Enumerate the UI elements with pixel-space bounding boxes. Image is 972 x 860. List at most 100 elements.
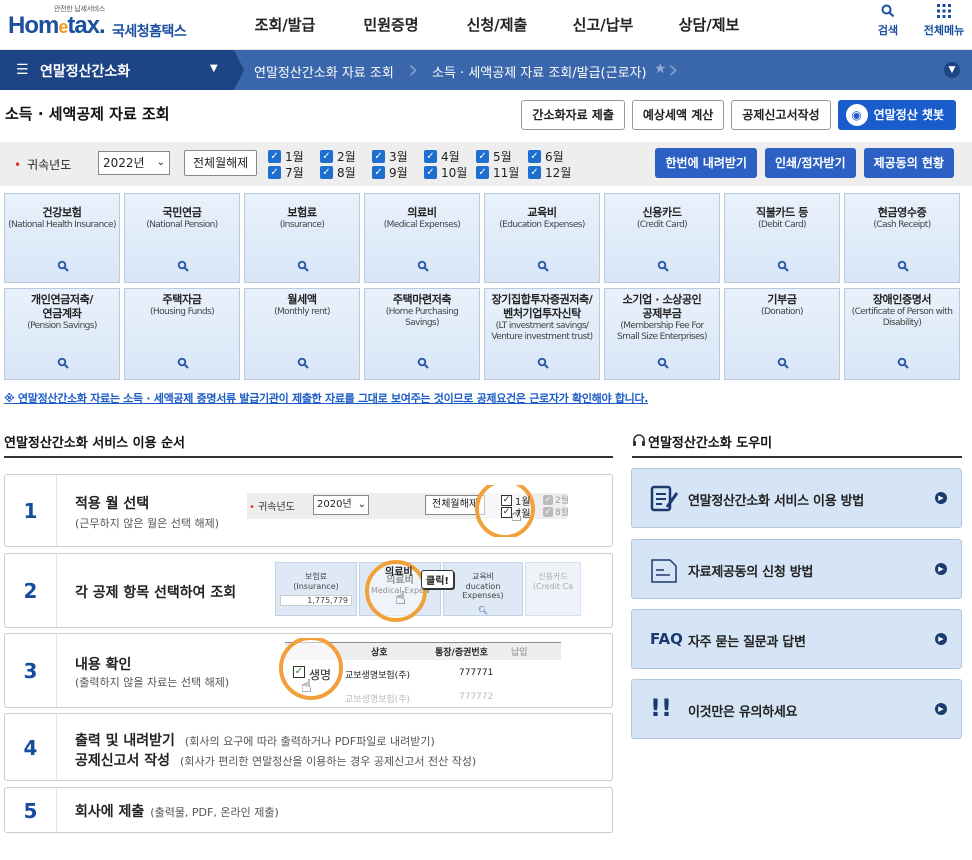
search-icon bbox=[57, 357, 69, 369]
deduction-tile[interactable]: 보험료 (Insurance) bbox=[244, 193, 360, 283]
helper-item-usage-guide[interactable]: 연말정산간소화 서비스 이용 방법 ▶ bbox=[631, 468, 962, 528]
deduction-tile-name: 교육비 bbox=[527, 206, 557, 219]
deduction-tile[interactable]: 의료비 (Medical Expenses) bbox=[364, 193, 480, 283]
month-checkbox[interactable]: ✓ 12월 bbox=[528, 165, 571, 180]
deduction-tile[interactable]: 주택자금 (Housing Funds) bbox=[124, 288, 240, 380]
headset-icon bbox=[632, 434, 648, 451]
step-4: 4 출력 및 내려받기 (회사의 요구에 따라 출력하거나 PDF파일로 내려받기… bbox=[4, 713, 613, 781]
deduction-tile[interactable]: 현금영수증 (Cash Receipt) bbox=[844, 193, 960, 283]
clear-all-months-button[interactable]: 전체월해제 bbox=[184, 150, 258, 176]
collapse-icon[interactable]: ▼ bbox=[944, 62, 960, 78]
logo-brand: Hometax. bbox=[8, 12, 106, 40]
print-braille-button[interactable]: 인쇄/점자받기 bbox=[764, 148, 856, 178]
month-checkbox[interactable]: ✓ 8월 bbox=[320, 165, 356, 180]
deduction-tile-label: 개인연금저축/ 연금계좌 (Pension Savings) bbox=[5, 293, 119, 332]
deduction-tile-english: (Donation) bbox=[761, 307, 804, 317]
consent-status-button[interactable]: 제공동의 현황 bbox=[863, 148, 954, 178]
favorite-star-icon[interactable]: ★ bbox=[654, 61, 667, 77]
deduction-tile[interactable]: 개인연금저축/ 연금계좌 (Pension Savings) bbox=[4, 288, 120, 380]
illustration-year-select: 2020년 ⌄ bbox=[313, 495, 369, 515]
deduction-tile[interactable]: 기부금 (Donation) bbox=[724, 288, 840, 380]
step-title: 내용 확인 bbox=[75, 657, 132, 673]
gnb-item[interactable]: 신고/납부 bbox=[550, 14, 656, 35]
step-title: 적용 월 선택 bbox=[75, 496, 150, 512]
deduction-tile[interactable]: 주택마련저축 (Home Purchasing Savings) bbox=[364, 288, 480, 380]
chevron-right-icon: ▶ bbox=[935, 633, 947, 645]
gnb-item[interactable]: 상담/제보 bbox=[656, 14, 762, 35]
deduction-tile-name: 현금영수증 bbox=[877, 206, 927, 219]
helper-item-cautions[interactable]: !! 이것만은 유의하세요 ▶ bbox=[631, 679, 962, 739]
step-title: 회사에 제출 (출력물, PDF, 온라인 제출) bbox=[75, 801, 279, 821]
chevron-down-icon: ▼ bbox=[210, 63, 218, 74]
step-number: 2 bbox=[5, 554, 57, 627]
top-header: 안전한 납세서비스 Hometax. 국세청홈택스 조회/발급 민원증명 신청/… bbox=[0, 0, 972, 50]
deduction-tile[interactable]: 장애인증명서 (Certificate of Person with Disabi… bbox=[844, 288, 960, 380]
helper-item-faq[interactable]: FAQ 자주 묻는 질문과 답변 ▶ bbox=[631, 609, 962, 669]
gnb-item[interactable]: 신청/제출 bbox=[444, 14, 550, 35]
chevron-down-icon: ⌄ bbox=[357, 499, 366, 510]
required-mark: • bbox=[14, 158, 22, 172]
month-checkbox[interactable]: ✓ 11월 bbox=[476, 165, 519, 180]
section-menu-dropdown[interactable]: ☰ 연말정산간소화 ▼ bbox=[0, 50, 234, 90]
step-3: 3 내용 확인 (출력하지 않을 자료는 선택 해제) 상호 통장/증권번호 납… bbox=[4, 633, 613, 708]
estimate-tax-button[interactable]: 예상세액 계산 bbox=[631, 100, 725, 130]
year-label: • 귀속년도 bbox=[14, 156, 71, 173]
download-all-button[interactable]: 한번에 내려받기 bbox=[655, 148, 757, 178]
month-checkbox[interactable]: ✓ 9월 bbox=[372, 165, 408, 180]
illustration-tile-name: 교육비 bbox=[471, 572, 495, 581]
deduction-tile-english: (Debit Card) bbox=[758, 220, 807, 230]
chatbot-robot-icon: ◉ bbox=[845, 104, 868, 126]
chatbot-button[interactable]: ◉ 연말정산 챗봇 bbox=[837, 100, 956, 130]
deduction-tile[interactable]: 직불카드 등 (Debit Card) bbox=[724, 193, 840, 283]
gnb-item[interactable]: 조회/발급 bbox=[232, 14, 338, 35]
deduction-tile-label: 건강보험 (National Health Insurance) bbox=[5, 206, 119, 231]
search-icon bbox=[897, 260, 909, 272]
deduction-tile-english: (Cash Receipt) bbox=[873, 220, 931, 230]
helper-item-consent-guide[interactable]: 자료제공동의 신청 방법 ▶ bbox=[631, 539, 962, 599]
deduction-tile-name: 기부금 bbox=[767, 293, 797, 306]
deduction-tile[interactable]: 장기집합투자증권저축/ 벤처기업투자신탁 (LT investment savin… bbox=[484, 288, 600, 380]
month-checkbox[interactable]: ✓ 6월 bbox=[528, 149, 564, 164]
helper-item-label: 자주 묻는 질문과 답변 bbox=[688, 635, 806, 650]
deduction-tile-label: 현금영수증 (Cash Receipt) bbox=[845, 206, 959, 231]
year-select[interactable]: 2022년 ⌄ bbox=[98, 151, 170, 175]
helper-item-label: 이것만은 유의하세요 bbox=[688, 705, 798, 720]
deduction-tile[interactable]: 신용카드 (Credit Card) bbox=[604, 193, 720, 283]
illustration-month-8-label: 8월 bbox=[555, 508, 570, 518]
deduction-tile[interactable]: 월세액 (Monthly rent) bbox=[244, 288, 360, 380]
checkbox-checked-icon: ✓ bbox=[320, 166, 333, 179]
all-menu-button[interactable]: 전체메뉴 bbox=[922, 4, 966, 38]
helper-section-title: 연말정산간소화 도우미 bbox=[632, 432, 772, 451]
deduction-tile[interactable]: 건강보험 (National Health Insurance) bbox=[4, 193, 120, 283]
month-checkbox[interactable]: ✓ 7월 bbox=[268, 165, 304, 180]
month-checkbox[interactable]: ✓ 4월 bbox=[424, 149, 460, 164]
deduction-tile[interactable]: 교육비 (Education Expenses) bbox=[484, 193, 600, 283]
month-checkbox[interactable]: ✓ 1월 bbox=[268, 149, 304, 164]
all-menu-label: 전체메뉴 bbox=[923, 24, 965, 37]
search-icon bbox=[777, 357, 789, 369]
checkbox-checked-icon: ✓ bbox=[268, 166, 281, 179]
deduction-tile[interactable]: 국민연금 (National Pension) bbox=[124, 193, 240, 283]
write-deduction-form-button[interactable]: 공제신고서작성 bbox=[731, 100, 831, 130]
step-title-2: 공제신고서 작성 (회사가 편리한 연말정산을 이용하는 경우 공제신고서 전산 … bbox=[75, 750, 476, 770]
deduction-tile-name: 직불카드 등 bbox=[755, 206, 809, 219]
breadcrumb-item-2[interactable]: 소득 · 세액공제 자료 조회/발급(근로자) bbox=[432, 62, 647, 81]
search-icon bbox=[177, 357, 189, 369]
deduction-tile[interactable]: 소기업 · 소상공인 공제부금 (Membership Fee For Small… bbox=[604, 288, 720, 380]
step-number: 3 bbox=[5, 634, 57, 707]
gnb-item[interactable]: 민원증명 bbox=[338, 14, 444, 35]
month-checkbox[interactable]: ✓ 10월 bbox=[424, 165, 467, 180]
logo-korean-name: 국세청홈택스 bbox=[112, 24, 187, 40]
search-button[interactable]: 검색 bbox=[866, 4, 910, 38]
month-checkbox[interactable]: ✓ 2월 bbox=[320, 149, 356, 164]
month-checkbox[interactable]: ✓ 3월 bbox=[372, 149, 408, 164]
hometax-logo[interactable]: 안전한 납세서비스 Hometax. 국세청홈택스 bbox=[8, 4, 188, 44]
breadcrumb-item-1[interactable]: 연말정산간소화 자료 조회 bbox=[254, 62, 394, 81]
deduction-tile-english: (Insurance) bbox=[279, 220, 325, 230]
illustration-tile-value: 1,775,779 bbox=[280, 595, 352, 606]
checkbox-checked-icon: ✓ bbox=[543, 494, 553, 505]
section-title: 연말정산간소화 bbox=[40, 64, 131, 80]
chevron-right-icon: ▶ bbox=[935, 563, 947, 575]
submit-simplified-data-button[interactable]: 간소화자료 제출 bbox=[521, 100, 625, 130]
month-checkbox[interactable]: ✓ 5월 bbox=[476, 149, 512, 164]
